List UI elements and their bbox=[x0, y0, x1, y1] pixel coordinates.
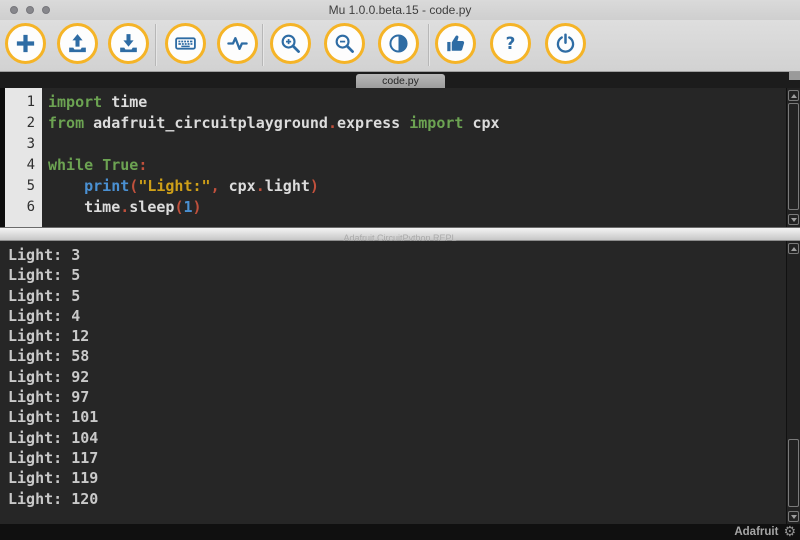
zoom-out-button[interactable] bbox=[324, 23, 365, 64]
upload-icon bbox=[66, 32, 89, 55]
line-number-gutter: 123456 bbox=[5, 88, 42, 227]
toolbar-separator bbox=[428, 24, 430, 66]
line-number: 1 bbox=[5, 92, 35, 113]
editor-scrollbar[interactable] bbox=[786, 88, 800, 227]
line-number: 4 bbox=[5, 155, 35, 176]
tab-code-py[interactable]: code.py bbox=[356, 74, 445, 88]
scroll-down-icon[interactable] bbox=[788, 511, 799, 522]
help-button[interactable]: ? bbox=[490, 23, 531, 64]
toolbar-separator bbox=[155, 24, 157, 66]
plotter-button[interactable] bbox=[217, 23, 258, 64]
serial-line: Light: 4 bbox=[8, 306, 784, 326]
question-icon: ? bbox=[499, 32, 522, 55]
serial-output[interactable]: Light: 3Light: 5Light: 5Light: 4Light: 1… bbox=[8, 245, 784, 509]
magnifier-plus-icon bbox=[279, 32, 302, 55]
check-button[interactable] bbox=[435, 23, 476, 64]
serial-line: Light: 104 bbox=[8, 428, 784, 448]
serial-line: Light: 3 bbox=[8, 245, 784, 265]
code-line: print("Light:", cpx.light) bbox=[48, 176, 786, 197]
serial-line: Light: 120 bbox=[8, 489, 784, 509]
scroll-up-icon[interactable] bbox=[788, 90, 799, 101]
theme-button[interactable] bbox=[378, 23, 419, 64]
thumbs-up-icon bbox=[444, 32, 467, 55]
new-button[interactable] bbox=[5, 23, 46, 64]
serial-line: Light: 12 bbox=[8, 326, 784, 346]
serial-line: Light: 101 bbox=[8, 407, 784, 427]
serial-pane: Light: 3Light: 5Light: 5Light: 4Light: 1… bbox=[0, 241, 800, 524]
download-icon bbox=[117, 32, 140, 55]
scroll-down-icon[interactable] bbox=[788, 214, 799, 225]
magnifier-minus-icon bbox=[333, 32, 356, 55]
line-number: 6 bbox=[5, 197, 35, 218]
serial-scrollbar-thumb[interactable] bbox=[788, 439, 799, 507]
serial-line: Light: 58 bbox=[8, 346, 784, 366]
window-title: Mu 1.0.0.beta.15 - code.py bbox=[0, 0, 800, 20]
zoom-in-button[interactable] bbox=[270, 23, 311, 64]
serial-line: Light: 97 bbox=[8, 387, 784, 407]
serial-line: Light: 117 bbox=[8, 448, 784, 468]
contrast-icon bbox=[387, 32, 410, 55]
gear-icon[interactable]: ⚙ bbox=[783, 525, 796, 539]
toolbar-separator bbox=[262, 24, 264, 66]
mu-window: Mu 1.0.0.beta.15 - code.py ? code.py 123… bbox=[0, 0, 800, 540]
serial-line: Light: 5 bbox=[8, 286, 784, 306]
line-number: 3 bbox=[5, 134, 35, 155]
keyboard-icon bbox=[174, 32, 197, 55]
serial-line: Light: 119 bbox=[8, 468, 784, 488]
code-line: time.sleep(1) bbox=[48, 197, 786, 218]
code-line bbox=[48, 134, 786, 155]
code-editor: 123456 import timefrom adafruit_circuitp… bbox=[0, 88, 800, 227]
quit-button[interactable] bbox=[545, 23, 586, 64]
tab-bar-corner bbox=[789, 72, 800, 80]
code-line: from adafruit_circuitplayground.express … bbox=[48, 113, 786, 134]
pulse-icon bbox=[226, 32, 249, 55]
mode-label: Adafruit bbox=[734, 526, 778, 538]
tab-bar: code.py bbox=[0, 72, 800, 88]
code-area[interactable]: import timefrom adafruit_circuitplaygrou… bbox=[42, 88, 786, 231]
code-line: import time bbox=[48, 92, 786, 113]
save-button[interactable] bbox=[108, 23, 149, 64]
serial-button[interactable] bbox=[165, 23, 206, 64]
serial-scrollbar[interactable] bbox=[786, 241, 800, 524]
plus-icon bbox=[14, 32, 37, 55]
tab-label: code.py bbox=[382, 75, 419, 87]
line-number: 2 bbox=[5, 113, 35, 134]
line-number: 5 bbox=[5, 176, 35, 197]
editor-scrollbar-thumb[interactable] bbox=[788, 103, 799, 210]
status-bar: Adafruit ⚙ bbox=[0, 524, 800, 540]
pane-splitter[interactable]: Adafruit CircuitPython REPL bbox=[0, 227, 800, 241]
titlebar: Mu 1.0.0.beta.15 - code.py bbox=[0, 0, 800, 21]
svg-text:?: ? bbox=[505, 33, 515, 53]
power-icon bbox=[554, 32, 577, 55]
load-button[interactable] bbox=[57, 23, 98, 64]
scroll-up-icon[interactable] bbox=[788, 243, 799, 254]
serial-line: Light: 5 bbox=[8, 265, 784, 285]
serial-line: Light: 92 bbox=[8, 367, 784, 387]
toolbar: ? bbox=[0, 20, 800, 72]
code-line: while True: bbox=[48, 155, 786, 176]
